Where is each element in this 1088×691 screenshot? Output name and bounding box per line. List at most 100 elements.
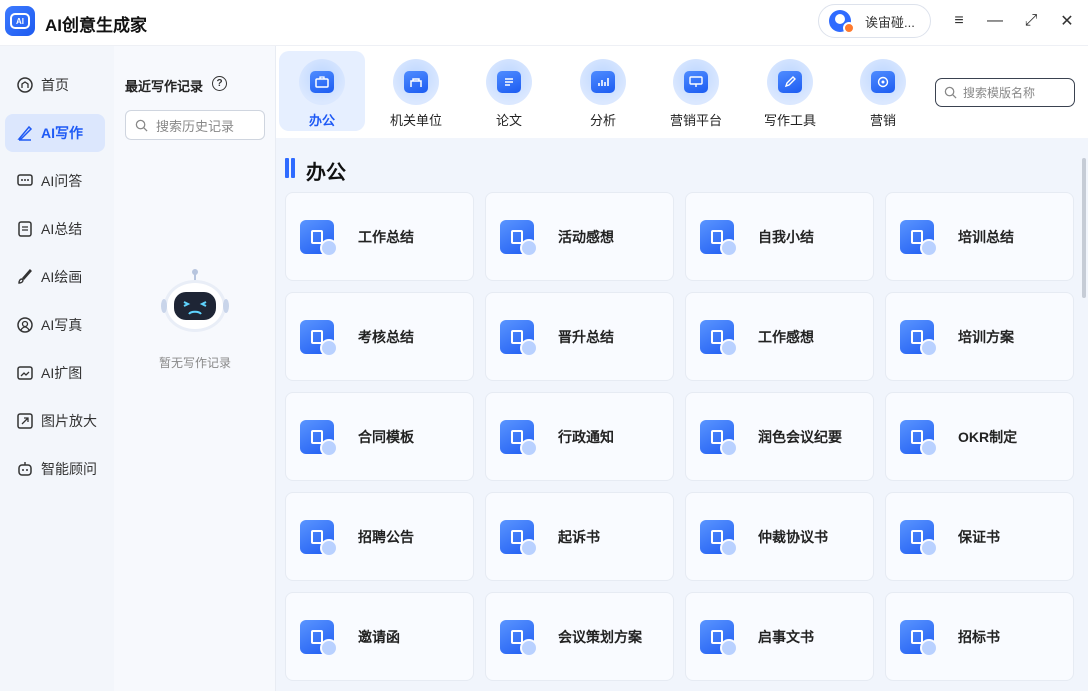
sidebar-item-ai-expand[interactable]: AI扩图 bbox=[5, 354, 105, 392]
minimize-button[interactable]: — bbox=[984, 10, 1006, 32]
billboard-icon bbox=[673, 59, 719, 105]
sidebar-item-label: AI总结 bbox=[41, 221, 83, 237]
template-card[interactable]: 活动感想 bbox=[485, 192, 674, 281]
template-icon bbox=[700, 219, 738, 257]
target-icon bbox=[860, 59, 906, 105]
sidebar-item-home[interactable]: 首页 bbox=[5, 66, 105, 104]
template-card[interactable]: 保证书 bbox=[885, 492, 1074, 581]
sidebar-item-label: AI写作 bbox=[41, 125, 83, 141]
paper-icon bbox=[486, 59, 532, 105]
template-icon bbox=[900, 419, 938, 457]
enlarge-icon bbox=[16, 412, 34, 430]
category-bar: 办公 机关单位 论文 分析 营销平台 写作工具 营销 搜索模版名称 bbox=[276, 46, 1088, 138]
scrollbar[interactable] bbox=[1082, 158, 1086, 298]
template-icon bbox=[300, 619, 338, 657]
edit-icon bbox=[767, 59, 813, 105]
template-icon bbox=[900, 519, 938, 557]
template-label: 润色会议纪要 bbox=[758, 428, 842, 445]
app-logo-text: AI bbox=[10, 13, 30, 29]
template-label: 活动感想 bbox=[558, 228, 614, 245]
template-card[interactable]: 行政通知 bbox=[485, 392, 674, 481]
template-card[interactable]: 会议策划方案 bbox=[485, 592, 674, 681]
tab-label: 办公 bbox=[308, 113, 335, 128]
sidebar-item-ai-painting[interactable]: AI绘画 bbox=[5, 258, 105, 296]
history-search-input[interactable]: 搜索历史记录 bbox=[125, 110, 265, 140]
search-icon bbox=[944, 86, 957, 99]
tab-government[interactable]: 机关单位 bbox=[373, 51, 459, 131]
template-card[interactable]: 招标书 bbox=[885, 592, 1074, 681]
app-logo-icon: AI bbox=[5, 6, 35, 36]
tab-writing-tools[interactable]: 写作工具 bbox=[747, 51, 833, 131]
template-card[interactable]: 工作感想 bbox=[685, 292, 874, 381]
menu-button[interactable]: ≡ bbox=[948, 10, 970, 32]
template-label: 晋升总结 bbox=[558, 328, 614, 345]
robot-icon bbox=[16, 460, 34, 478]
template-icon bbox=[500, 419, 538, 457]
template-card[interactable]: 培训总结 bbox=[885, 192, 1074, 281]
template-label: 培训方案 bbox=[958, 328, 1014, 345]
template-card[interactable]: 启事文书 bbox=[685, 592, 874, 681]
document-icon bbox=[16, 220, 34, 238]
template-label: 工作总结 bbox=[358, 228, 414, 245]
sidebar-item-label: AI扩图 bbox=[41, 365, 83, 381]
template-card[interactable]: 合同模板 bbox=[285, 392, 474, 481]
sidebar-item-image-enlarge[interactable]: 图片放大 bbox=[5, 402, 105, 440]
template-label: 招标书 bbox=[958, 628, 1000, 645]
template-search-input[interactable]: 搜索模版名称 bbox=[935, 78, 1075, 107]
tab-analysis[interactable]: 分析 bbox=[560, 51, 646, 131]
search-icon bbox=[135, 119, 148, 132]
template-label: 工作感想 bbox=[758, 328, 814, 345]
sidebar-item-label: 智能顾问 bbox=[41, 461, 97, 477]
template-label: 行政通知 bbox=[558, 428, 614, 445]
maximize-button[interactable]: ⤢ bbox=[1020, 10, 1042, 32]
template-label: 仲裁协议书 bbox=[758, 528, 828, 545]
tab-marketing[interactable]: 营销 bbox=[840, 51, 926, 131]
section-title: 办公 bbox=[306, 162, 346, 184]
template-card[interactable]: 培训方案 bbox=[885, 292, 1074, 381]
template-card[interactable]: OKR制定 bbox=[885, 392, 1074, 481]
template-card[interactable]: 自我小结 bbox=[685, 192, 874, 281]
template-card[interactable]: 晋升总结 bbox=[485, 292, 674, 381]
sidebar-item-label: 首页 bbox=[41, 77, 69, 93]
template-content: 办公 工作总结 活动感想 自我小结 培训总结 考核总结 晋升总结 工作感想 培训… bbox=[276, 138, 1088, 691]
tab-label: 营销 bbox=[869, 113, 896, 128]
template-card[interactable]: 起诉书 bbox=[485, 492, 674, 581]
template-icon bbox=[700, 619, 738, 657]
sidebar-item-smart-advisor[interactable]: 智能顾问 bbox=[5, 450, 105, 488]
sidebar-item-ai-qa[interactable]: AI问答 bbox=[5, 162, 105, 200]
section-marker bbox=[291, 158, 295, 178]
help-icon[interactable]: ? bbox=[212, 76, 227, 91]
template-icon bbox=[300, 219, 338, 257]
expand-image-icon bbox=[16, 364, 34, 382]
template-card[interactable]: 邀请函 bbox=[285, 592, 474, 681]
user-account-button[interactable]: 诶宙碰... bbox=[818, 4, 931, 38]
chat-icon bbox=[16, 172, 34, 190]
template-icon bbox=[300, 519, 338, 557]
template-label: 会议策划方案 bbox=[558, 628, 642, 645]
tab-office[interactable]: 办公 bbox=[279, 51, 365, 131]
sidebar-item-ai-summary[interactable]: AI总结 bbox=[5, 210, 105, 248]
tab-paper[interactable]: 论文 bbox=[466, 51, 552, 131]
template-label: 自我小结 bbox=[758, 228, 814, 245]
empty-history-text: 暂无写作记录 bbox=[158, 356, 231, 370]
template-search-placeholder: 搜索模版名称 bbox=[963, 86, 1036, 100]
sidebar-item-label: AI问答 bbox=[41, 173, 83, 189]
template-card[interactable]: 招聘公告 bbox=[285, 492, 474, 581]
tab-marketing-platform[interactable]: 营销平台 bbox=[653, 51, 739, 131]
template-label: 起诉书 bbox=[558, 528, 600, 545]
user-name: 诶宙碰... bbox=[865, 14, 915, 30]
template-card[interactable]: 润色会议纪要 bbox=[685, 392, 874, 481]
template-label: 考核总结 bbox=[358, 328, 414, 345]
sidebar: 首页 AI写作 AI问答 AI总结 AI绘画 AI写真 AI扩图 图片放大 智能… bbox=[0, 46, 114, 691]
close-button[interactable]: ✕ bbox=[1056, 10, 1078, 32]
template-card[interactable]: 工作总结 bbox=[285, 192, 474, 281]
sidebar-item-ai-writing[interactable]: AI写作 bbox=[5, 114, 105, 152]
template-icon bbox=[900, 319, 938, 357]
sidebar-item-label: AI绘画 bbox=[41, 269, 83, 285]
template-label: OKR制定 bbox=[958, 428, 1018, 445]
sidebar-item-ai-portrait[interactable]: AI写真 bbox=[5, 306, 105, 344]
template-card[interactable]: 考核总结 bbox=[285, 292, 474, 381]
tab-label: 论文 bbox=[495, 113, 522, 128]
template-card[interactable]: 仲裁协议书 bbox=[685, 492, 874, 581]
tab-label: 分析 bbox=[589, 113, 616, 128]
